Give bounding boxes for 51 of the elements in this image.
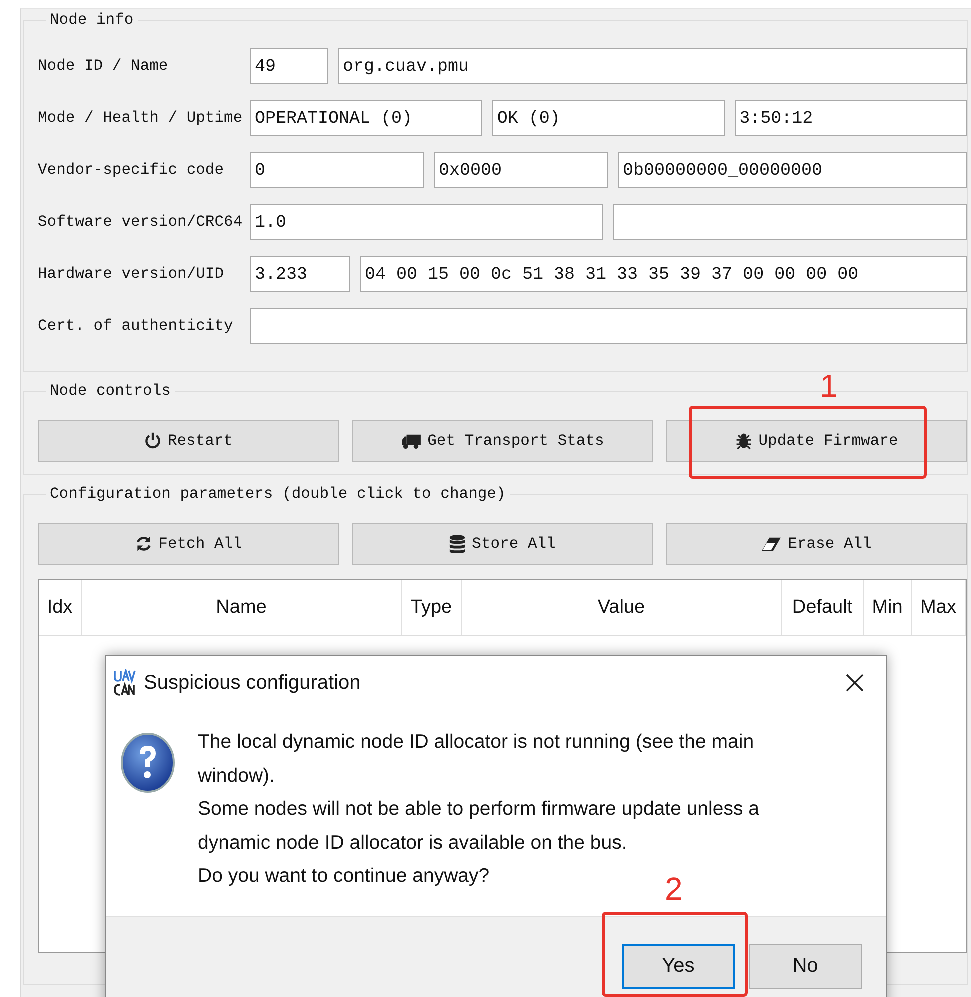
column-header[interactable]: Min [864,580,912,635]
column-header[interactable]: Default [782,580,864,635]
dialog-button[interactable]: Yes [622,944,735,989]
text-field[interactable]: OK (0) [492,100,725,136]
text-field[interactable]: 0x0000 [434,152,608,188]
logo-icon [112,669,136,697]
group-title: Node controls [49,382,172,400]
field-label: Cert. of authenticity [38,317,234,335]
column-header[interactable]: Name [82,580,402,635]
dialog-button[interactable]: No [749,944,862,989]
text-field[interactable]: 3:50:12 [734,100,967,136]
field-label: Node ID / Name [38,57,170,75]
action-button[interactable]: Restart [38,420,339,462]
text-field[interactable]: 3.233 [250,256,350,292]
column-header[interactable]: Type [402,580,462,635]
question-icon [120,732,176,794]
dialog-message: The local dynamic node ID allocator is not running (see the main window). [198,730,754,788]
column-header[interactable]: Idx [39,580,82,635]
dialog-message: Do you want to continue anyway? [198,864,490,889]
field-label: Mode / Health / Uptime [38,109,244,127]
database-icon [449,534,466,554]
step-number: 1 [820,370,838,402]
text-field[interactable]: OPERATIONAL (0) [250,100,482,136]
bug-icon [734,432,753,450]
field-label: Software version/CRC64 [38,213,244,231]
dialog-message: Some nodes will not be able to perform firmware update unless a dynamic node ID allocator is available on the bus. [198,797,760,856]
dialog-title: Suspicious configuration [144,672,362,694]
power-icon [144,432,162,450]
action-button[interactable]: Fetch All [38,523,339,565]
field-label: Vendor-specific code [38,161,226,179]
step-number: 2 [665,873,683,905]
action-button[interactable]: Erase All [666,523,967,565]
text-field[interactable]: 0b00000000_00000000 [618,152,967,188]
text-field[interactable] [250,308,967,344]
text-field[interactable]: 1.0 [250,204,603,240]
refresh-icon [134,535,153,553]
text-field[interactable]: org.cuav.pmu [338,48,967,84]
eraser-icon [761,536,782,552]
action-button[interactable]: Store All [352,523,653,565]
text-field[interactable]: 49 [250,48,328,84]
text-field[interactable]: 04 00 15 00 0c 51 38 31 33 35 39 37 00 00 00 00 [360,256,967,292]
truck-icon [400,432,422,450]
action-button[interactable]: Update Firmware [666,420,967,462]
text-field[interactable]: 0 [250,152,424,188]
text-field[interactable] [613,204,967,240]
column-header[interactable]: Value [462,580,782,635]
action-button[interactable]: Get Transport Stats [352,420,653,462]
group-title: Configuration parameters (double click to change) [49,485,507,503]
field-label: Hardware version/UID [38,265,226,283]
group-title: Node info [49,11,135,29]
column-header[interactable]: Max [912,580,966,635]
